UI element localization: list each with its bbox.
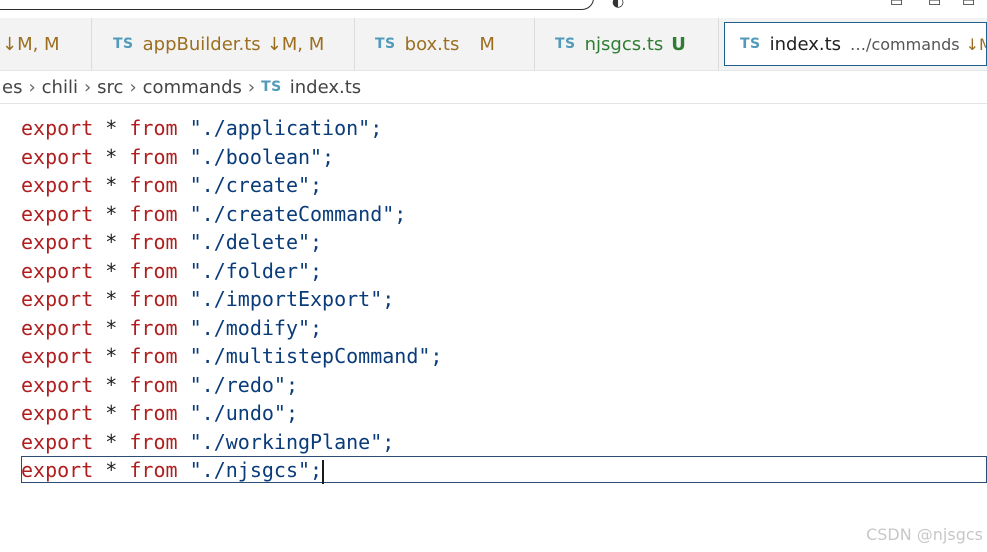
code-line[interactable]: export * from "./delete"; (21, 228, 322, 256)
code-line[interactable]: export * from "./create"; (21, 171, 322, 199)
code-line[interactable]: export * from "./application"; (21, 114, 382, 142)
copilot-icon[interactable]: ◐ (612, 0, 624, 10)
code-line[interactable]: export * from "./boolean"; (21, 143, 334, 171)
code-line-current[interactable]: export * from "./njsgcs"; (21, 456, 325, 484)
chevron-right-icon: › (247, 76, 256, 98)
tab-njsgcs[interactable]: TS njsgcs.ts U (535, 18, 719, 70)
breadcrumb-item[interactable]: chili (42, 77, 78, 98)
tab-status: M (479, 33, 495, 55)
sidebar-toggle-icon[interactable]: ▭ (962, 0, 975, 10)
breadcrumb-item[interactable]: src (97, 77, 123, 98)
code-line[interactable]: export * from "./importExport"; (21, 285, 394, 313)
tab-appbuilder[interactable]: TS appBuilder.ts ↓M, M (92, 18, 355, 70)
breadcrumb-item[interactable]: commands (143, 77, 242, 98)
watermark: CSDN @njsgcs (866, 525, 983, 544)
tab-status: ↓M, M (2, 33, 60, 55)
typescript-file-icon: TS (555, 36, 576, 52)
typescript-file-icon: TS (375, 36, 396, 52)
tab-label: appBuilder.ts (142, 33, 261, 55)
breadcrumb: es › chili › src › commands › TS index.t… (0, 71, 987, 104)
panel-toggle-icon[interactable]: ▭ (928, 0, 941, 10)
chevron-right-icon: › (28, 76, 36, 98)
tab-box[interactable]: TS box.ts M (355, 18, 535, 70)
code-line[interactable]: export * from "./modify"; (21, 314, 322, 342)
typescript-file-icon: TS (740, 36, 761, 52)
code-line[interactable]: export * from "./createCommand"; (21, 200, 406, 228)
code-line[interactable]: export * from "./undo"; (21, 399, 298, 427)
typescript-file-icon: TS (261, 79, 282, 95)
chevron-right-icon: › (83, 76, 92, 98)
text-cursor (322, 459, 325, 484)
tab-label: index.ts (769, 33, 842, 55)
tab-status: U (671, 33, 686, 55)
command-center-search[interactable] (0, 0, 594, 10)
tab-status: ↓M (965, 34, 986, 54)
layout-icon[interactable]: ▭ (890, 0, 903, 10)
code-line[interactable]: export * from "./folder"; (21, 257, 322, 285)
editor-tab-bar: ↓M, M TS appBuilder.ts ↓M, M TS box.ts M… (0, 18, 987, 71)
tab-partial[interactable]: ↓M, M (0, 18, 92, 70)
code-line[interactable]: export * from "./redo"; (21, 371, 298, 399)
title-strip: ◐ ▭ ▭ ▭ (0, 0, 987, 18)
chevron-right-icon: › (129, 76, 137, 98)
code-line[interactable]: export * from "./multistepCommand"; (21, 342, 442, 370)
tab-status: ↓M, M (266, 33, 325, 55)
breadcrumb-file[interactable]: index.ts (290, 77, 361, 98)
breadcrumb-item[interactable]: es (2, 77, 22, 98)
tab-directory: …/commands (850, 34, 960, 54)
tab-label: box.ts (404, 33, 460, 55)
code-line[interactable]: export * from "./workingPlane"; (21, 428, 394, 456)
tab-label: njsgcs.ts (584, 33, 664, 55)
tab-index[interactable]: TS index.ts …/commands ↓M (724, 22, 987, 66)
typescript-file-icon: TS (113, 36, 134, 52)
